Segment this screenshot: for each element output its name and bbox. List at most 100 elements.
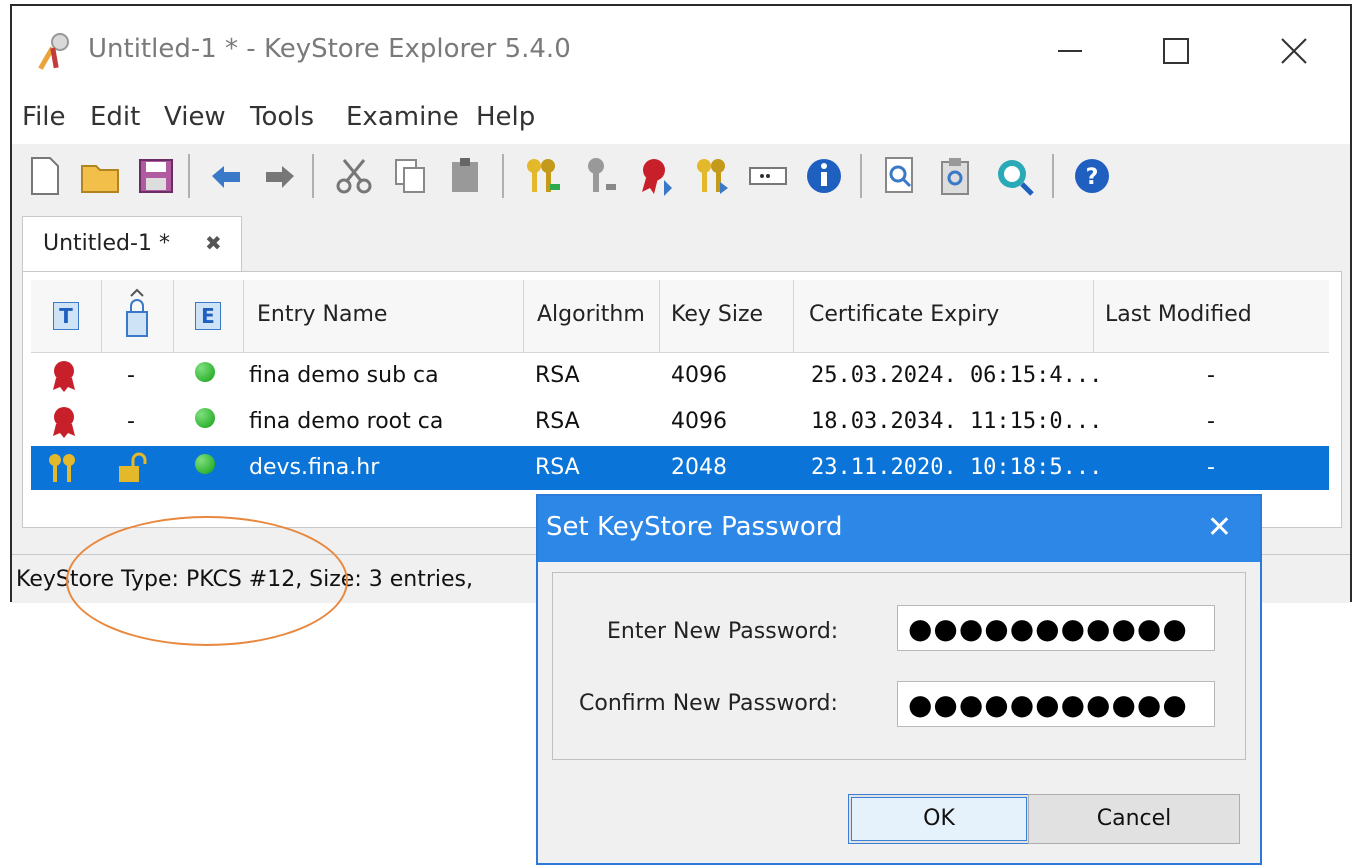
toolbar-separator [312, 154, 314, 198]
maximize-icon[interactable] [1144, 26, 1208, 76]
toolbar-separator [502, 154, 504, 198]
set-password-icon[interactable] [746, 154, 790, 198]
table-row[interactable]: - fina demo root ca RSA 4096 18.03.2034.… [31, 400, 1329, 444]
entry-algorithm: RSA [535, 363, 580, 388]
entry-last-modified: - [1207, 455, 1215, 480]
entry-key-size: 4096 [671, 363, 727, 388]
help-icon[interactable]: ? [1070, 154, 1114, 198]
valid-status-icon [195, 362, 215, 382]
header-certificate-expiry[interactable]: Certificate Expiry [793, 280, 1094, 352]
tab-close-icon[interactable]: ✖ [205, 231, 222, 255]
menu-file[interactable]: File [22, 102, 66, 132]
expiry-status [195, 400, 215, 444]
set-keystore-password-dialog: Set KeyStore Password ✕ Enter New Passwo… [536, 494, 1262, 865]
save-icon[interactable] [134, 154, 178, 198]
dialog-close-icon[interactable]: ✕ [1207, 510, 1232, 545]
menu-tools[interactable]: Tools [250, 102, 314, 132]
header-lock[interactable] [101, 280, 174, 352]
header-expiry-status[interactable]: E [173, 280, 244, 352]
lock-column-icon [126, 288, 148, 337]
entry-key-size: 4096 [671, 409, 727, 434]
dialog-title-bar: Set KeyStore Password ✕ [538, 496, 1260, 562]
entry-name: fina demo root ca [249, 409, 444, 434]
confirm-password-label: Confirm New Password: [579, 691, 838, 716]
table-header: T E Entry Name Algorithm Key Size Certif… [31, 280, 1329, 353]
copy-icon[interactable] [388, 154, 432, 198]
header-last-modified[interactable]: Last Modified [1093, 280, 1329, 352]
expiry-column-icon: E [195, 302, 221, 330]
unlocked-icon [119, 452, 147, 482]
annotation-ellipse [66, 516, 348, 646]
header-key-size[interactable]: Key Size [659, 280, 794, 352]
undo-icon[interactable] [204, 154, 248, 198]
import-trusted-cert-icon[interactable] [634, 154, 678, 198]
close-window-icon[interactable] [1262, 26, 1326, 76]
examine-clipboard-icon[interactable] [934, 154, 978, 198]
expiry-status [195, 446, 215, 490]
generate-secret-key-icon[interactable] [578, 154, 622, 198]
header-entry-name[interactable]: Entry Name [243, 280, 524, 352]
header-label: Algorithm [537, 302, 645, 327]
header-label: Entry Name [257, 302, 388, 327]
header-type[interactable]: T [31, 280, 102, 352]
generate-key-pair-icon[interactable] [520, 154, 564, 198]
entry-algorithm: RSA [535, 409, 580, 434]
password-group: Enter New Password: ●●●●●●●●●●● Confirm … [552, 572, 1246, 760]
toolbar: ? [12, 144, 1350, 208]
toolbar-separator [1052, 154, 1054, 198]
title-bar: Untitled-1 * - KeyStore Explorer 5.4.0 [12, 6, 1350, 94]
properties-icon[interactable] [802, 154, 846, 198]
table-row-selected[interactable]: devs.fina.hr RSA 2048 23.11.2020. 10:18:… [31, 446, 1329, 490]
menu-bar: File Edit View Tools Examine Help [12, 94, 1350, 144]
paste-icon[interactable] [444, 154, 488, 198]
menu-view[interactable]: View [164, 102, 226, 132]
key-pair-icon [49, 454, 75, 482]
valid-status-icon [195, 408, 215, 428]
tab-label: Untitled-1 * [43, 231, 170, 256]
table-row[interactable]: - fina demo sub ca RSA 4096 25.03.2024. … [31, 354, 1329, 398]
entry-algorithm: RSA [535, 455, 580, 480]
header-label: Certificate Expiry [809, 302, 1000, 327]
menu-help[interactable]: Help [476, 102, 535, 132]
enter-password-label: Enter New Password: [607, 619, 839, 644]
lock-status: - [127, 409, 135, 434]
menu-edit[interactable]: Edit [90, 102, 140, 132]
trusted-certificate-icon [53, 361, 75, 392]
valid-status-icon [195, 454, 215, 474]
examine-ssl-icon[interactable] [992, 154, 1036, 198]
entry-last-modified: - [1207, 363, 1215, 388]
import-key-pair-icon[interactable] [690, 154, 734, 198]
entry-name: fina demo sub ca [249, 363, 439, 388]
enter-password-value: ●●●●●●●●●●● [908, 612, 1188, 645]
lock-status: - [127, 363, 135, 388]
svg-text:?: ? [1086, 165, 1099, 190]
expiry-status [195, 354, 215, 398]
open-folder-icon[interactable] [78, 154, 122, 198]
enter-password-field[interactable]: ●●●●●●●●●●● [897, 605, 1215, 651]
entries-table: T E Entry Name Algorithm Key Size Certif… [22, 271, 1342, 528]
dialog-title: Set KeyStore Password [546, 512, 843, 542]
minimize-icon[interactable] [1038, 26, 1102, 76]
trusted-certificate-icon [53, 407, 75, 438]
cut-icon[interactable] [332, 154, 376, 198]
new-document-icon[interactable] [22, 154, 66, 198]
menu-examine[interactable]: Examine [346, 102, 459, 132]
toolbar-separator [860, 154, 862, 198]
redo-icon[interactable] [258, 154, 302, 198]
toolbar-separator [188, 154, 190, 198]
app-icon [38, 33, 69, 70]
header-algorithm[interactable]: Algorithm [523, 280, 660, 352]
ok-button[interactable]: OK [848, 794, 1030, 844]
header-label: Key Size [671, 302, 764, 327]
window-title: Untitled-1 * - KeyStore Explorer 5.4.0 [88, 34, 571, 64]
entry-expiry: 18.03.2034. 11:15:0... [811, 409, 1103, 434]
entry-last-modified: - [1207, 409, 1215, 434]
tab-untitled-1[interactable]: Untitled-1 * ✖ [22, 216, 242, 273]
cancel-button[interactable]: Cancel [1028, 794, 1240, 844]
confirm-password-value: ●●●●●●●●●●● [908, 688, 1188, 721]
confirm-password-field[interactable]: ●●●●●●●●●●● [897, 681, 1215, 727]
type-column-icon: T [53, 302, 79, 330]
examine-file-icon[interactable] [878, 154, 922, 198]
entry-name: devs.fina.hr [249, 455, 380, 480]
entry-expiry: 23.11.2020. 10:18:5... [811, 455, 1103, 480]
